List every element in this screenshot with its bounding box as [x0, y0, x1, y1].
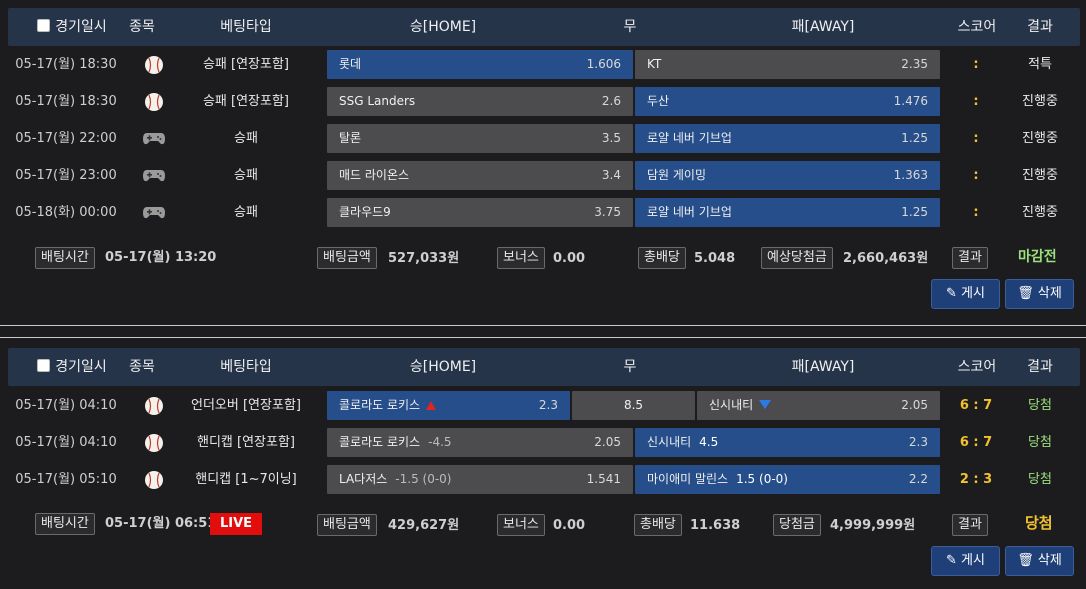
away-team: 신시내티: [709, 398, 754, 412]
table-header: 경기일시 종목 베팅타입 승[HOME] 무 패[AWAY] 스코어 결과: [8, 348, 1080, 386]
score: 6 : 7: [959, 435, 993, 450]
away-odds-cell[interactable]: 신시내티 4.5 2.3: [635, 428, 940, 457]
bonus: 0.00: [553, 518, 586, 533]
bet-amount-label: 배팅금액: [317, 514, 377, 536]
header-bet-type: 베팅타입: [220, 359, 272, 375]
header-sport: 종목: [129, 359, 155, 375]
home-odds-cell[interactable]: 콜로라도 로키스 -4.5 2.05: [327, 428, 633, 457]
result: 당첨: [1028, 435, 1052, 450]
header-home: 승[HOME]: [409, 359, 477, 375]
away-handicap: 4.5: [699, 435, 719, 449]
bet-amount: 429,627원: [388, 518, 460, 533]
bet-time: 05-17(월) 06:51: [105, 516, 217, 531]
line-cell[interactable]: 8.5: [572, 391, 695, 420]
home-odds: 1.541: [586, 472, 621, 486]
header-draw: 무: [623, 359, 637, 375]
home-team: 콜로라도 로키스: [339, 398, 421, 412]
select-all-checkbox[interactable]: [37, 359, 51, 372]
post-button[interactable]: ✎ 게시: [931, 546, 1000, 576]
slip-result: 당첨: [1025, 514, 1053, 532]
home-odds: 2.3: [538, 398, 558, 412]
payout: 4,999,999원: [830, 518, 916, 533]
trash-icon: 🗑: [1017, 553, 1038, 568]
away-handicap: 1.5 (0-0): [736, 472, 788, 486]
result: 당첨: [1028, 398, 1052, 413]
over-odds-cell[interactable]: 콜로라도 로키스 2.3: [327, 391, 570, 420]
away-odds: 2.05: [901, 398, 928, 412]
home-odds-cell[interactable]: LA다저스 -1.5 (0-0) 1.541: [327, 465, 633, 494]
header-date: 경기일시: [26, 348, 118, 386]
score: 6 : 7: [959, 398, 993, 413]
match-date: 05-17(월) 04:10: [15, 435, 117, 450]
away-odds: 2.2: [908, 472, 928, 486]
header-score: 스코어: [957, 359, 997, 375]
arrow-up-icon: [426, 401, 437, 410]
under-odds-cell[interactable]: 신시내티 2.05: [697, 391, 940, 420]
bonus-label: 보너스: [497, 514, 545, 536]
home-team: 콜로라도 로키스: [339, 435, 421, 449]
baseball-icon: [140, 424, 168, 461]
home-team: LA다저스: [339, 472, 388, 486]
bet-slip-2: 경기일시 종목 베팅타입 승[HOME] 무 패[AWAY] 스코어 결과 05…: [0, 0, 1086, 589]
home-handicap: -1.5 (0-0): [395, 472, 452, 486]
delete-button[interactable]: 🗑 삭제: [1005, 546, 1074, 576]
bet-type: 핸디캡 [1~7이닝]: [195, 472, 297, 487]
match-date: 05-17(월) 04:10: [15, 398, 117, 413]
arrow-down-icon: [759, 400, 772, 409]
home-handicap: -4.5: [428, 435, 452, 449]
result-label: 결과: [952, 514, 988, 536]
away-odds-cell[interactable]: 마이애미 말린스 1.5 (0-0) 2.2: [635, 465, 940, 494]
payout-label: 당첨금: [773, 514, 821, 536]
bet-type: 언더오버 [연장포함]: [191, 398, 301, 413]
result: 당첨: [1028, 472, 1052, 487]
total-odds: 11.638: [690, 518, 741, 533]
baseball-icon: [140, 461, 168, 498]
away-team: 마이애미 말린스: [647, 472, 729, 486]
match-date: 05-17(월) 05:10: [15, 472, 117, 487]
bet-type: 핸디캡 [연장포함]: [197, 435, 295, 450]
away-team: 신시내티: [647, 435, 692, 449]
header-result: 결과: [1027, 359, 1053, 375]
table-row: 05-17(월) 04:10 핸디캡 [연장포함] 콜로라도 로키스 -4.5 2.…: [0, 424, 1086, 461]
score: 2 : 3: [959, 472, 993, 487]
header-away: 패[AWAY]: [791, 359, 855, 375]
table-row: 05-17(월) 04:10 언더오버 [연장포함] 콜로라도 로키스 2.3 8…: [0, 387, 1086, 424]
baseball-icon: [140, 387, 168, 424]
table-row: 05-17(월) 05:10 핸디캡 [1~7이닝] LA다저스 -1.5 (0-…: [0, 461, 1086, 498]
bet-time-label: 배팅시간: [35, 513, 95, 535]
total-odds-label: 총배당: [634, 514, 682, 536]
home-odds: 2.05: [594, 435, 621, 449]
pencil-icon: ✎: [946, 553, 962, 568]
live-badge: LIVE: [210, 513, 262, 535]
away-odds: 2.3: [908, 435, 928, 449]
